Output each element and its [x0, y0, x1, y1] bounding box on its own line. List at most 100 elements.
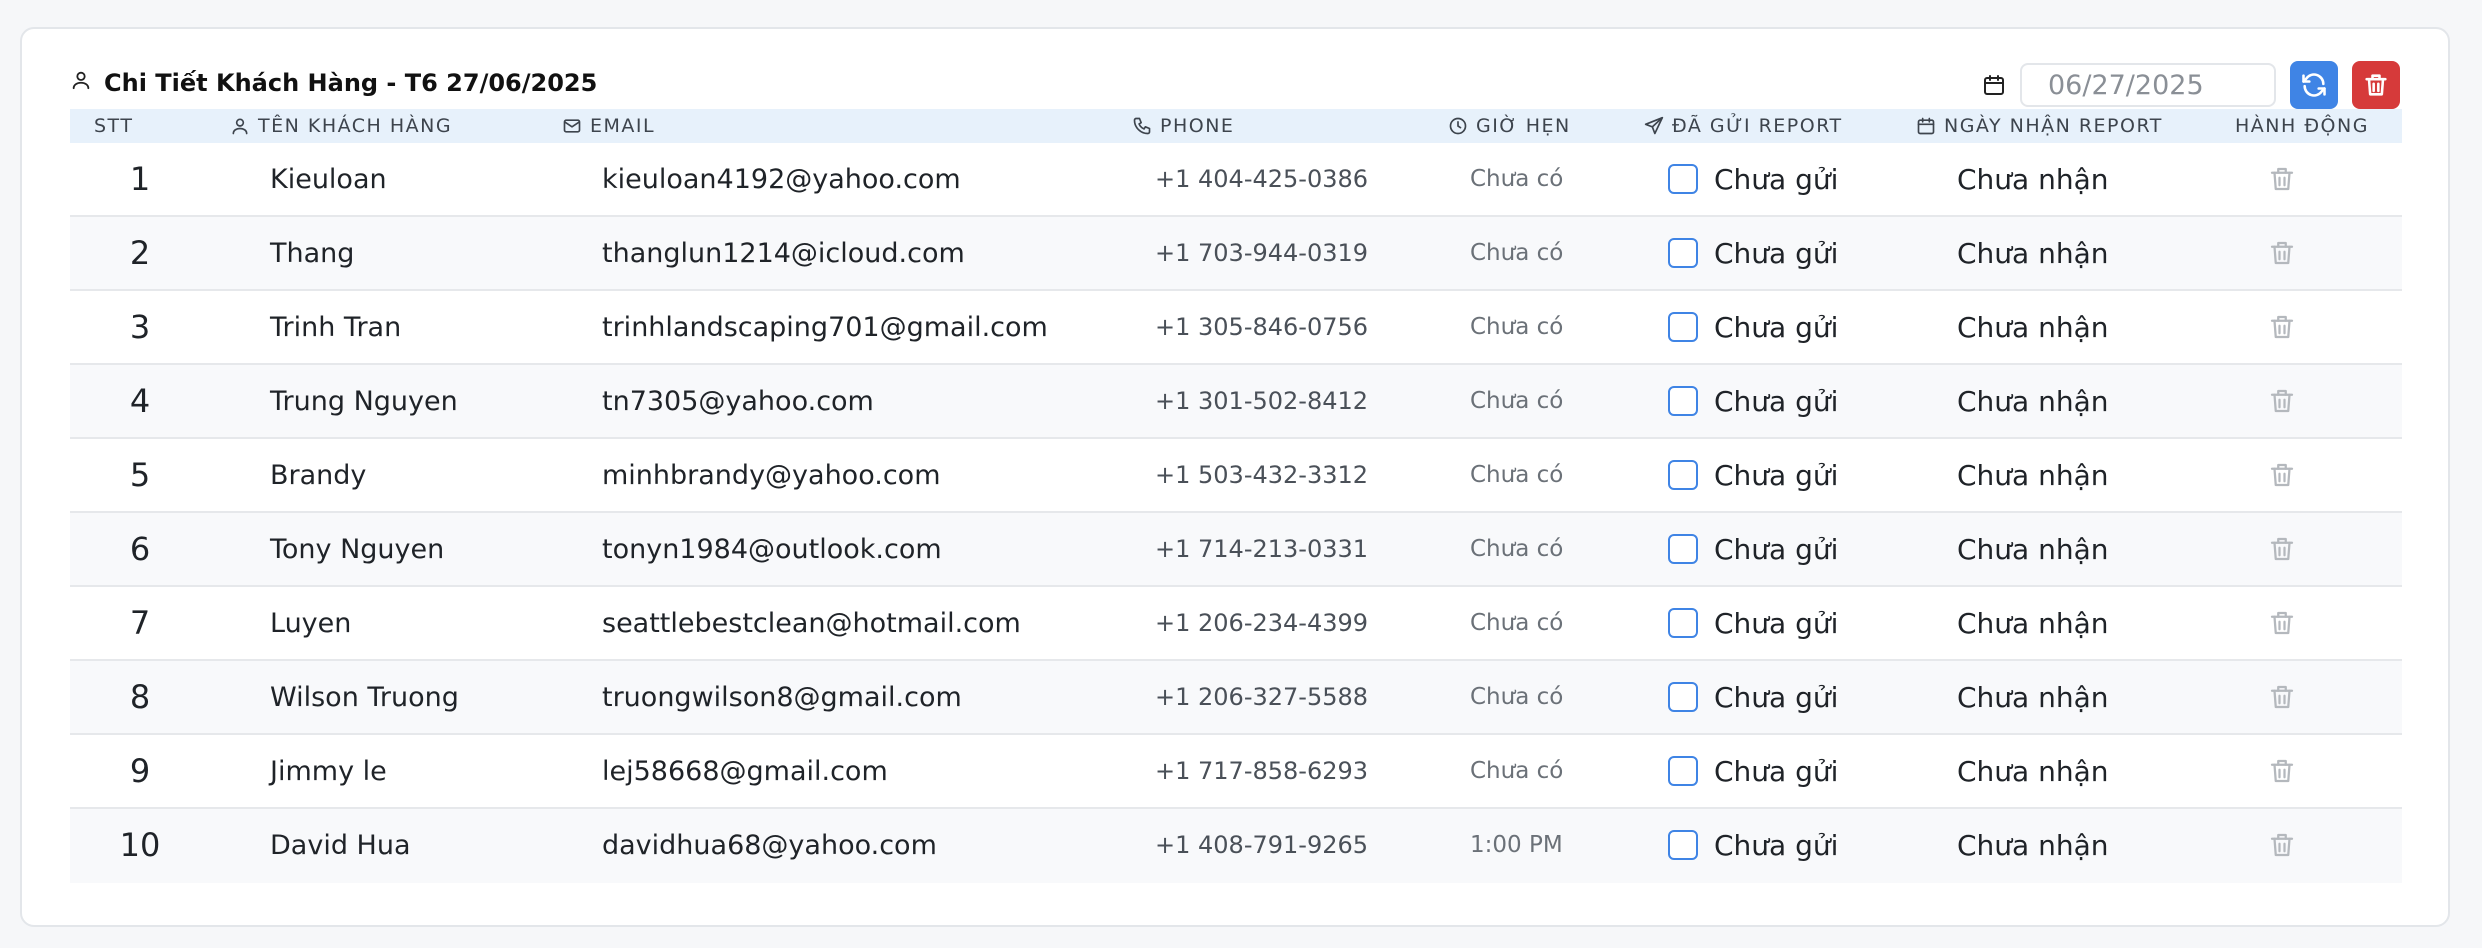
trash-icon [2270, 759, 2294, 783]
row-delete-button[interactable] [2260, 735, 2304, 807]
row-sent-cell: Chưa gửi [1668, 513, 1838, 585]
row-stt: 1 [129, 160, 151, 198]
row-stt: 6 [129, 530, 151, 568]
row-email: minhbrandy@yahoo.com [602, 459, 941, 491]
row-time: Chưa có [1470, 610, 1564, 636]
column-actions-label: HÀNH ĐỘNG [2235, 115, 2369, 137]
row-time: Chưa có [1470, 388, 1564, 414]
report-sent-checkbox[interactable] [1668, 830, 1698, 860]
row-delete-button[interactable] [2260, 587, 2304, 659]
row-email: thanglun1214@icloud.com [602, 237, 965, 269]
column-time: GIỜ HẸN [1448, 109, 1571, 143]
row-phone: +1 206-327-5588 [1155, 683, 1369, 711]
row-delete-button[interactable] [2260, 439, 2304, 511]
refresh-icon [2302, 73, 2326, 97]
header-controls [1982, 59, 2400, 111]
row-stt: 8 [129, 678, 151, 716]
row-email: truongwilson8@gmail.com [602, 681, 962, 713]
send-icon [1644, 116, 1664, 135]
date-input[interactable] [2020, 63, 2276, 107]
row-time: Chưa có [1470, 758, 1564, 784]
trash-icon [2270, 537, 2294, 561]
column-name: TÊN KHÁCH HÀNG [230, 109, 452, 143]
row-time: Chưa có [1470, 536, 1564, 562]
row-stt: 10 [119, 826, 161, 864]
row-sent-status: Chưa gửi [1714, 606, 1839, 640]
delete-button[interactable] [2352, 61, 2400, 109]
trash-icon [2365, 74, 2387, 96]
trash-icon [2270, 833, 2294, 857]
row-delete-button[interactable] [2260, 217, 2304, 289]
table-row: 1 Kieuloan kieuloan4192@yahoo.com +1 404… [70, 143, 2402, 217]
row-phone: +1 703-944-0319 [1155, 239, 1369, 267]
row-sent-status: Chưa gửi [1714, 458, 1839, 492]
report-sent-checkbox[interactable] [1668, 534, 1698, 564]
row-sent-status: Chưa gửi [1714, 236, 1839, 270]
report-sent-checkbox[interactable] [1668, 756, 1698, 786]
row-email: seattlebestclean@hotmail.com [602, 607, 1021, 639]
phone-icon [1133, 117, 1151, 135]
report-sent-checkbox[interactable] [1668, 682, 1698, 712]
table-row: 7 Luyen seattlebestclean@hotmail.com +1 … [70, 587, 2402, 661]
page-title: Chi Tiết Khách Hàng - T6 27/06/2025 [104, 69, 598, 97]
row-stt: 7 [129, 604, 151, 642]
row-received: Chưa nhận [1957, 310, 2109, 344]
trash-icon [2270, 167, 2294, 191]
column-sent-label: ĐÃ GỬI REPORT [1672, 115, 1843, 137]
row-delete-button[interactable] [2260, 513, 2304, 585]
row-name: Jimmy le [270, 755, 387, 787]
row-stt: 4 [129, 382, 151, 420]
row-sent-status: Chưa gửi [1714, 532, 1839, 566]
row-received: Chưa nhận [1957, 680, 2109, 714]
row-name: Luyen [270, 607, 352, 639]
row-stt: 2 [129, 234, 151, 272]
row-received: Chưa nhận [1957, 606, 2109, 640]
report-sent-checkbox[interactable] [1668, 164, 1698, 194]
row-phone: +1 206-234-4399 [1155, 609, 1369, 637]
row-name: Thang [270, 237, 355, 269]
trash-icon [2270, 241, 2294, 265]
row-name: Tony Nguyen [270, 533, 445, 565]
refresh-button[interactable] [2290, 61, 2338, 109]
column-email: EMAIL [562, 109, 655, 143]
report-sent-checkbox[interactable] [1668, 460, 1698, 490]
row-delete-button[interactable] [2260, 291, 2304, 363]
report-sent-checkbox[interactable] [1668, 608, 1698, 638]
column-received: NGÀY NHẬN REPORT [1916, 109, 2163, 143]
report-sent-checkbox[interactable] [1668, 312, 1698, 342]
column-stt: STT [94, 109, 133, 143]
row-sent-status: Chưa gửi [1714, 162, 1839, 196]
row-time: Chưa có [1470, 684, 1564, 710]
table-row: 6 Tony Nguyen tonyn1984@outlook.com +1 7… [70, 513, 2402, 587]
row-email: davidhua68@yahoo.com [602, 829, 937, 861]
row-sent-status: Chưa gửi [1714, 384, 1839, 418]
column-phone: PHONE [1132, 109, 1234, 143]
row-delete-button[interactable] [2260, 809, 2304, 881]
row-email: kieuloan4192@yahoo.com [602, 163, 961, 195]
row-received: Chưa nhận [1957, 754, 2109, 788]
row-sent-cell: Chưa gửi [1668, 587, 1838, 659]
table-row: 3 Trinh Tran trinhlandscaping701@gmail.c… [70, 291, 2402, 365]
calendar-icon [1982, 73, 2006, 97]
table-row: 5 Brandy minhbrandy@yahoo.com +1 503-432… [70, 439, 2402, 513]
row-phone: +1 404-425-0386 [1155, 165, 1369, 193]
row-delete-button[interactable] [2260, 143, 2304, 215]
row-time: Chưa có [1470, 314, 1564, 340]
report-sent-checkbox[interactable] [1668, 386, 1698, 416]
row-delete-button[interactable] [2260, 365, 2304, 437]
row-sent-status: Chưa gửi [1714, 754, 1839, 788]
trash-icon [2270, 685, 2294, 709]
table-row: 4 Trung Nguyen tn7305@yahoo.com +1 301-5… [70, 365, 2402, 439]
row-delete-button[interactable] [2260, 661, 2304, 733]
row-received: Chưa nhận [1957, 532, 2109, 566]
row-received: Chưa nhận [1957, 236, 2109, 270]
column-phone-label: PHONE [1160, 115, 1235, 137]
row-time: Chưa có [1470, 462, 1564, 488]
card-header: Chi Tiết Khách Hàng - T6 27/06/2025 [70, 59, 2400, 111]
row-stt: 5 [129, 456, 151, 494]
report-sent-checkbox[interactable] [1668, 238, 1698, 268]
row-sent-cell: Chưa gửi [1668, 735, 1838, 807]
row-sent-cell: Chưa gửi [1668, 661, 1838, 733]
row-phone: +1 503-432-3312 [1155, 461, 1369, 489]
trash-icon [2270, 463, 2294, 487]
